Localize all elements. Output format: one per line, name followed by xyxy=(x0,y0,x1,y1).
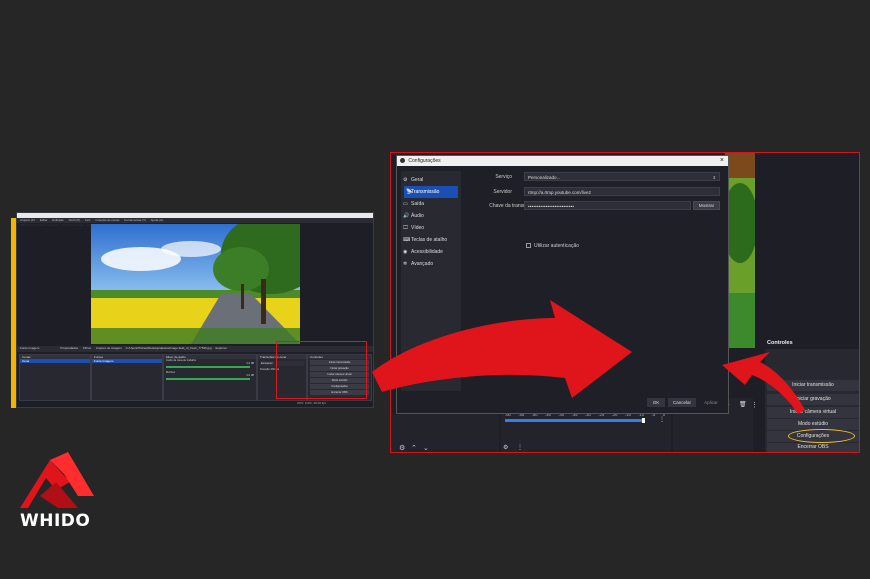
annotation-arrows xyxy=(372,300,805,414)
red-pointer-arrow xyxy=(722,352,805,414)
red-curved-arrow xyxy=(372,300,632,398)
whido-logo-text: WHIDO xyxy=(20,511,91,531)
whido-logo: WHIDO xyxy=(20,452,98,531)
whido-logo-mark-icon xyxy=(20,452,94,508)
